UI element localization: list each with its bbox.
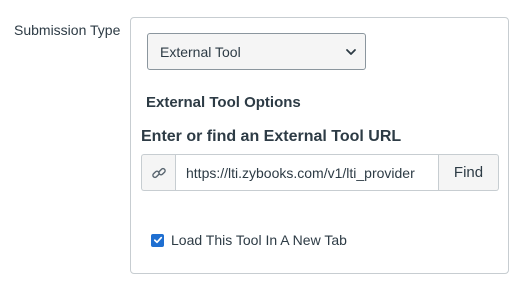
external-tool-url-group: https://lti.zybooks.com/v1/lti_provider … [141,154,499,191]
external-tool-url-input[interactable]: https://lti.zybooks.com/v1/lti_provider [175,154,439,191]
find-button[interactable]: Find [439,154,499,191]
new-tab-label: Load This Tool In A New Tab [171,232,347,248]
link-icon [151,167,166,178]
submission-type-select[interactable]: External Tool [147,33,366,70]
submission-type-selected: External Tool [160,43,241,60]
submission-type-panel: External Tool External Tool Options Ente… [130,17,509,274]
submission-type-label: Submission Type [14,22,121,38]
chevron-down-icon [346,48,356,55]
external-tool-options-heading: External Tool Options [146,94,301,111]
link-icon-addon [141,154,175,191]
external-tool-url-label: Enter or find an External Tool URL [141,128,402,145]
new-tab-option[interactable]: Load This Tool In A New Tab [151,232,347,248]
new-tab-checkbox[interactable] [151,233,164,247]
checkmark-icon [153,236,162,244]
